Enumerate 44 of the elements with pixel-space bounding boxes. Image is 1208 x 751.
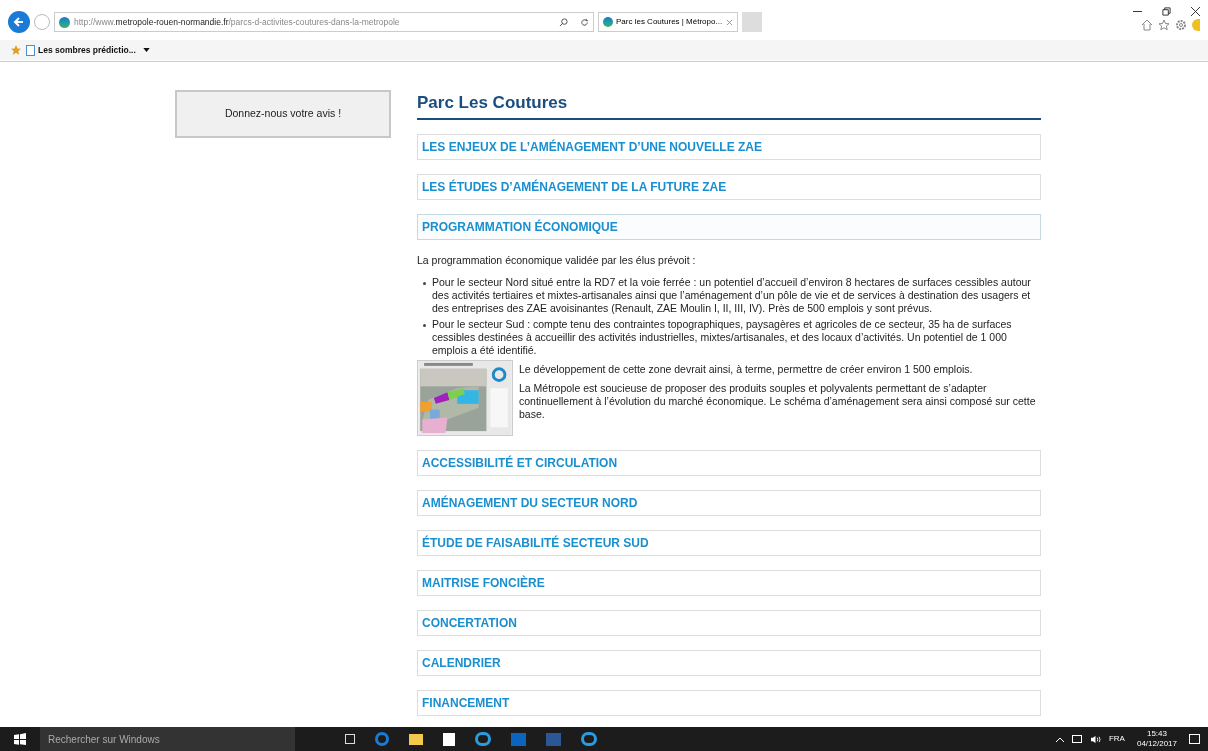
clock[interactable]: 15:43 04/12/2017 xyxy=(1136,729,1177,749)
accordion-header[interactable]: PROGRAMMATION ÉCONOMIQUE xyxy=(417,214,1041,240)
accordion-header[interactable]: LES ÉTUDES D’AMÉNAGEMENT DE LA FUTURE ZAE xyxy=(417,174,1041,200)
accordion-header[interactable]: CALENDRIER xyxy=(417,650,1041,676)
url-text: http://www.metropole-rouen-normandie.fr/parcs-d-activites-coutures-dans-la-metropole xyxy=(74,15,401,29)
gear-icon[interactable] xyxy=(1175,19,1187,31)
accordion-header[interactable]: ACCESSIBILITÉ ET CIRCULATION xyxy=(417,450,1041,476)
bullet-text: Pour le secteur Nord situé entre la RD7 et la voie ferrée : un potentiel d’accueil d’environ 8 hectares de surfaces cessibles autour des activités tertiaires et mixtes-artisanales ainsi que l’aménagement d’un pôle de vie et de services à destination des usagers et des entreprises des ZAE avoisinantes (Renault, ZAE Moulin I, II, III, IV). Près de 500 emplois y sont prévus. xyxy=(432,276,1032,315)
page-icon xyxy=(26,44,35,56)
back-icon[interactable] xyxy=(8,11,30,33)
tab-title: Parc les Coutures | Métropo... xyxy=(616,16,723,28)
refresh-icon[interactable] xyxy=(580,17,589,27)
chevron-up-icon[interactable] xyxy=(1055,736,1064,742)
browser-tab[interactable]: Parc les Coutures | Métropo... xyxy=(598,12,738,32)
address-bar[interactable]: http://www.metropole-rouen-normandie.fr/parcs-d-activites-coutures-dans-la-metropole xyxy=(54,12,594,32)
bullet-icon xyxy=(423,324,426,327)
favorites-star-icon[interactable] xyxy=(10,44,22,56)
feedback-button[interactable]: Donnez-nous votre avis ! xyxy=(175,90,391,138)
accordion-header[interactable]: CONCERTATION xyxy=(417,610,1041,636)
site-icon xyxy=(603,17,613,27)
bullet-icon xyxy=(423,282,426,285)
accordion-header[interactable]: AMÉNAGEMENT DU SECTEUR NORD xyxy=(417,490,1041,516)
favorite-link[interactable]: Les sombres prédictio... xyxy=(26,43,150,57)
search-icon[interactable] xyxy=(559,17,568,27)
caret-icon xyxy=(142,48,150,52)
close-icon[interactable] xyxy=(1191,7,1200,16)
site-icon xyxy=(59,16,70,28)
accordion-header[interactable]: ÉTUDE DE FAISABILITÉ SECTEUR SUD xyxy=(417,530,1041,556)
speaker-icon[interactable] xyxy=(1089,734,1101,744)
network-icon[interactable] xyxy=(1071,735,1082,743)
bullet-text: Pour le secteur Sud : compte tenu des contraintes topographiques, paysagères et agricoles de ce secteur, 35 ha de surfaces cessibles destinées à accueillir des activités industrielles, mixtes/artisanales, et des locaux d’activités. Un potentiel de 1 000 emplois a été identifié. xyxy=(432,318,1013,357)
folder-icon[interactable] xyxy=(409,733,423,745)
paragraph: Le développement de cette zone devrait ainsi, à terme, permettre de créer environ 1 500 emplois. xyxy=(519,363,974,376)
paragraph: La programmation économique validée par les élus prévoit : xyxy=(417,254,697,267)
language-indicator[interactable]: FRA xyxy=(1108,733,1125,745)
paragraph: La Métropole est soucieuse de proposer des produits souples et polyvalents permettant de s’adapter continuellement à l’évolution du marché économique. Le schéma d’aménagement sera ainsi composé sur cette base. xyxy=(519,382,1037,421)
taskbar-search-field[interactable]: Rechercher sur Windows xyxy=(40,727,295,751)
accordion-header[interactable]: FINANCEMENT xyxy=(417,690,1041,716)
accordion-header[interactable]: MAITRISE FONCIÈRE xyxy=(417,570,1041,596)
restore-icon[interactable] xyxy=(1162,7,1171,16)
star-icon[interactable] xyxy=(1158,19,1170,31)
windows-icon[interactable] xyxy=(14,733,26,745)
page-title: Parc Les Coutures xyxy=(417,92,569,114)
accordion-header[interactable]: LES ENJEUX DE L’AMÉNAGEMENT D’UNE NOUVELLE ZAE xyxy=(417,134,1041,160)
